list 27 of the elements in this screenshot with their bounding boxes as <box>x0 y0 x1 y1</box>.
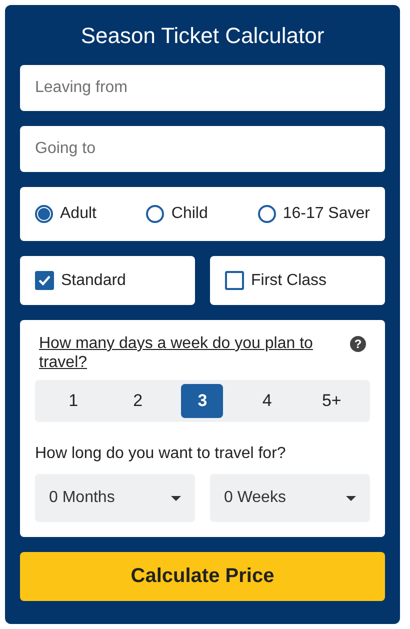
checkbox[interactable] <box>35 271 54 290</box>
radio-button[interactable] <box>35 205 53 223</box>
day-option[interactable]: 5+ <box>310 384 353 418</box>
leaving-from-field[interactable]: Leaving from <box>20 65 385 111</box>
help-icon[interactable]: ? <box>350 336 366 352</box>
checkbox-label[interactable]: Standard <box>61 272 126 290</box>
calculate-button[interactable]: Calculate Price <box>20 552 385 601</box>
duration-question: How long do you want to travel for? <box>35 445 287 463</box>
day-option[interactable]: 2 <box>116 384 159 418</box>
duration-dropdown[interactable]: 0 Months <box>35 474 195 522</box>
days-question-link[interactable]: How many days a week do you plan to travel? <box>39 334 329 372</box>
check-icon <box>38 275 51 286</box>
radio-label[interactable]: 16-17 Saver <box>282 205 370 223</box>
caret-icon <box>171 496 181 500</box>
radio-button[interactable] <box>146 205 164 223</box>
checkbox[interactable] <box>225 271 244 290</box>
day-option[interactable]: 3 <box>181 384 224 418</box>
radio-button[interactable] <box>258 205 276 223</box>
duration-dropdown[interactable]: 0 Weeks <box>210 474 370 522</box>
caret-icon <box>346 496 356 500</box>
radio-label[interactable]: Child <box>171 205 208 223</box>
radio-label[interactable]: Adult <box>60 205 96 223</box>
day-option[interactable]: 4 <box>246 384 288 418</box>
checkbox-label[interactable]: First Class <box>251 272 327 290</box>
going-to-field[interactable]: Going to <box>20 126 385 172</box>
day-option[interactable]: 1 <box>52 384 94 418</box>
calculator-title: Season Ticket Calculator <box>80 23 326 49</box>
